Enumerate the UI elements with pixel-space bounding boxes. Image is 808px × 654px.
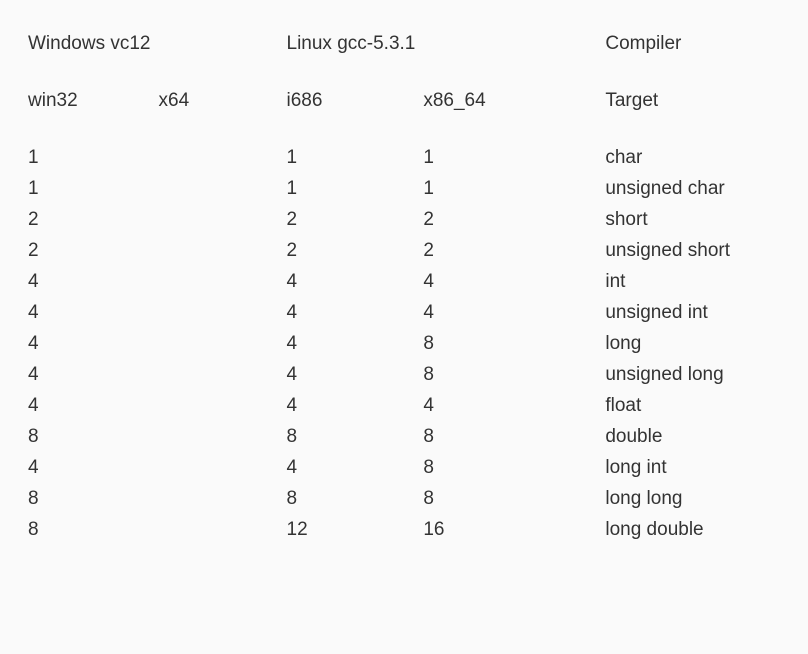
cell-x8664: 8 bbox=[419, 328, 601, 359]
cell-x64 bbox=[155, 483, 283, 514]
cell-x8664: 2 bbox=[419, 204, 601, 235]
cell-x8664: 16 bbox=[419, 514, 601, 545]
cell-i686: 4 bbox=[283, 266, 420, 297]
cell-x8664: 1 bbox=[419, 142, 601, 173]
cell-x64 bbox=[155, 421, 283, 452]
cell-type-label: long long bbox=[601, 483, 784, 514]
table-row: 222unsigned short bbox=[24, 235, 784, 266]
cell-i686: 12 bbox=[283, 514, 420, 545]
cell-x64 bbox=[155, 452, 283, 483]
spacer-row bbox=[24, 59, 784, 85]
target-i686: i686 bbox=[283, 85, 420, 116]
table-row: 888long long bbox=[24, 483, 784, 514]
cell-x8664: 4 bbox=[419, 266, 601, 297]
cell-type-label: unsigned long bbox=[601, 359, 784, 390]
compiler-windows-span bbox=[155, 28, 283, 59]
target-x8664: x86_64 bbox=[419, 85, 601, 116]
cell-type-label: double bbox=[601, 421, 784, 452]
cell-x8664: 4 bbox=[419, 390, 601, 421]
cell-i686: 4 bbox=[283, 297, 420, 328]
cell-win32: 1 bbox=[24, 142, 155, 173]
cell-x8664: 8 bbox=[419, 359, 601, 390]
cell-win32: 4 bbox=[24, 328, 155, 359]
compiler-linux: Linux gcc-5.3.1 bbox=[283, 28, 420, 59]
cell-win32: 4 bbox=[24, 266, 155, 297]
table-row: 8 1216long double bbox=[24, 514, 784, 545]
cell-win32: 4 bbox=[24, 297, 155, 328]
cell-type-label: char bbox=[601, 142, 784, 173]
cell-win32: 2 bbox=[24, 204, 155, 235]
cell-type-label: unsigned short bbox=[601, 235, 784, 266]
cell-type-label: unsigned char bbox=[601, 173, 784, 204]
compiler-linux-span bbox=[419, 28, 601, 59]
cell-win32: 4 bbox=[24, 359, 155, 390]
cell-x8664: 1 bbox=[419, 173, 601, 204]
cell-win32: 8 bbox=[24, 514, 155, 545]
cell-i686: 8 bbox=[283, 483, 420, 514]
spacer-row bbox=[24, 116, 784, 142]
table-row: 444float bbox=[24, 390, 784, 421]
target-win32: win32 bbox=[24, 85, 155, 116]
cell-win32: 4 bbox=[24, 452, 155, 483]
table-row: 448long int bbox=[24, 452, 784, 483]
cell-i686: 4 bbox=[283, 328, 420, 359]
cell-type-label: long int bbox=[601, 452, 784, 483]
table-row: 448long bbox=[24, 328, 784, 359]
cell-i686: 4 bbox=[283, 452, 420, 483]
cell-i686: 2 bbox=[283, 235, 420, 266]
cell-x64 bbox=[155, 266, 283, 297]
cell-i686: 2 bbox=[283, 204, 420, 235]
cell-win32: 2 bbox=[24, 235, 155, 266]
target-x64: x64 bbox=[155, 85, 283, 116]
table-row: 222short bbox=[24, 204, 784, 235]
cell-x64 bbox=[155, 297, 283, 328]
cell-i686: 8 bbox=[283, 421, 420, 452]
cell-x64 bbox=[155, 173, 283, 204]
table-row: 111unsigned char bbox=[24, 173, 784, 204]
cell-x64 bbox=[155, 359, 283, 390]
compiler-header-row: Windows vc12 Linux gcc-5.3.1 Compiler bbox=[24, 28, 784, 59]
cell-type-label: short bbox=[601, 204, 784, 235]
cell-i686: 4 bbox=[283, 359, 420, 390]
cell-x64 bbox=[155, 142, 283, 173]
table-row: 444unsigned int bbox=[24, 297, 784, 328]
cell-x64 bbox=[155, 235, 283, 266]
cell-type-label: float bbox=[601, 390, 784, 421]
cell-type-label: long bbox=[601, 328, 784, 359]
cell-x8664: 8 bbox=[419, 483, 601, 514]
table-row: 111char bbox=[24, 142, 784, 173]
cell-win32: 1 bbox=[24, 173, 155, 204]
cell-i686: 4 bbox=[283, 390, 420, 421]
cell-x64 bbox=[155, 204, 283, 235]
type-size-table: Windows vc12 Linux gcc-5.3.1 Compiler wi… bbox=[24, 28, 784, 545]
cell-type-label: long double bbox=[601, 514, 784, 545]
cell-x64 bbox=[155, 514, 283, 545]
cell-x8664: 8 bbox=[419, 421, 601, 452]
cell-x8664: 8 bbox=[419, 452, 601, 483]
cell-win32: 4 bbox=[24, 390, 155, 421]
cell-x64 bbox=[155, 390, 283, 421]
cell-win32: 8 bbox=[24, 483, 155, 514]
cell-x64 bbox=[155, 328, 283, 359]
table-row: 444int bbox=[24, 266, 784, 297]
cell-i686: 1 bbox=[283, 173, 420, 204]
cell-type-label: unsigned int bbox=[601, 297, 784, 328]
target-label: Target bbox=[601, 85, 784, 116]
cell-x8664: 4 bbox=[419, 297, 601, 328]
cell-x8664: 2 bbox=[419, 235, 601, 266]
table-row: 448unsigned long bbox=[24, 359, 784, 390]
compiler-label: Compiler bbox=[601, 28, 784, 59]
compiler-windows: Windows vc12 bbox=[24, 28, 155, 59]
table-row: 888double bbox=[24, 421, 784, 452]
cell-i686: 1 bbox=[283, 142, 420, 173]
cell-type-label: int bbox=[601, 266, 784, 297]
cell-win32: 8 bbox=[24, 421, 155, 452]
target-header-row: win32 x64 i686 x86_64 Target bbox=[24, 85, 784, 116]
